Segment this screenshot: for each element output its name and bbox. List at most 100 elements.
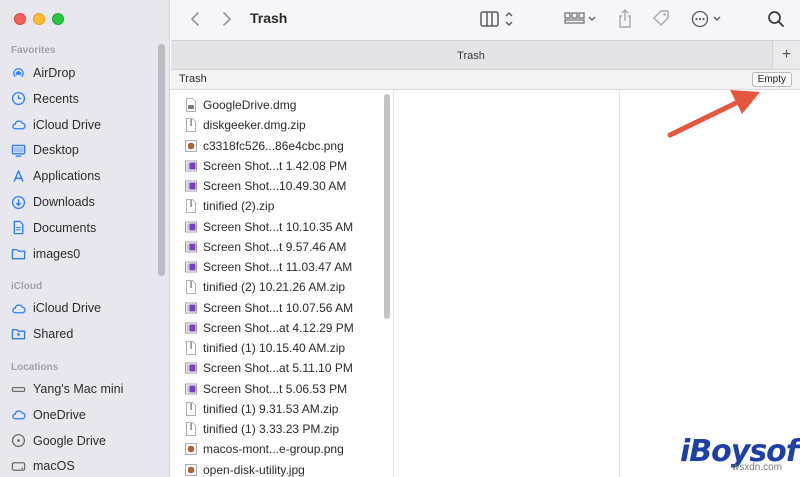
chevron-left-icon (191, 12, 199, 26)
file-row[interactable]: Screen Shot...10.49.30 AM (185, 177, 346, 195)
path-label: Trash (179, 73, 207, 85)
airdrop-icon (11, 66, 26, 81)
folder-icon (11, 246, 26, 261)
file-row[interactable]: c3318fc526...86e4cbc.png (185, 137, 344, 155)
sidebar-item-label: Applications (33, 169, 101, 184)
forward-button[interactable] (221, 9, 233, 29)
zip-file-icon (185, 401, 197, 416)
screenshot-file-icon (185, 179, 197, 193)
sidebar-item-desktop[interactable]: Desktop (11, 140, 79, 160)
file-row[interactable]: open-disk-utility.jpg (185, 461, 305, 477)
group-button[interactable] (563, 9, 599, 29)
minimize-window-button[interactable] (33, 13, 45, 25)
share-button[interactable] (617, 9, 633, 29)
window-title: Trash (250, 10, 288, 26)
file-row[interactable]: Screen Shot...t 1.42.08 PM (185, 157, 347, 175)
more-actions-button[interactable] (691, 9, 725, 29)
applications-icon (11, 169, 26, 184)
close-window-button[interactable] (14, 13, 26, 25)
share-icon (619, 9, 631, 28)
sidebar-item-applications[interactable]: Applications (11, 166, 100, 186)
zip-file-icon (185, 118, 197, 133)
dmg-file-icon (185, 98, 197, 112)
image-file-icon (185, 463, 197, 477)
file-row[interactable]: Screen Shot...t 9.57.46 AM (185, 238, 346, 256)
image-file-icon (185, 442, 197, 456)
file-row[interactable]: Screen Shot...t 5.06.53 PM (185, 380, 347, 398)
screenshot-file-icon (185, 301, 197, 315)
drive-icon (11, 433, 26, 448)
sidebar-item-label: macOS (33, 459, 75, 474)
locations-header: Locations (11, 362, 59, 373)
file-row[interactable]: GoogleDrive.dmg (185, 96, 296, 114)
search-button[interactable] (767, 9, 785, 29)
sidebar-item-documents[interactable]: Documents (11, 218, 96, 238)
tag-button[interactable] (651, 9, 671, 29)
file-row[interactable]: Screen Shot...t 10.07.56 AM (185, 299, 353, 317)
zip-file-icon (185, 199, 197, 214)
file-name: tinified (1) 10.15.40 AM.zip (203, 341, 346, 355)
file-row[interactable]: diskgeeker.dmg.zip (185, 116, 306, 134)
file-name: Screen Shot...t 9.57.46 AM (203, 239, 347, 254)
file-name: macos-mont...e-group.png (203, 442, 344, 457)
sidebar-scrollbar[interactable] (158, 44, 165, 276)
screenshot-file-icon (185, 260, 197, 274)
toolbar: Trash (171, 0, 800, 40)
desktop-icon (11, 143, 26, 158)
icloud-header: iCloud (11, 281, 43, 292)
screenshot-file-icon (185, 321, 197, 335)
sidebar-item-label: AirDrop (33, 66, 76, 80)
sidebar-item-label: OneDrive (33, 407, 86, 422)
file-name: tinified (2).zip (203, 199, 275, 214)
file-name: Screen Shot...t 10.07.56 AM (203, 300, 354, 315)
view-mode-button[interactable] (480, 9, 514, 29)
sidebar-item-icloud-drive[interactable]: iCloud Drive (11, 298, 101, 318)
sidebar-item-label: images0 (33, 246, 81, 261)
back-button[interactable] (189, 9, 201, 29)
cloud-icon (11, 301, 26, 316)
sidebar-item-label: Yang's Mac mini (33, 382, 124, 396)
file-row[interactable]: Screen Shot...at 4.12.29 PM (185, 319, 354, 337)
new-tab-button[interactable]: + (772, 41, 800, 69)
sidebar-item-label: iCloud Drive (33, 117, 102, 132)
file-row[interactable]: tinified (1) 10.15.40 AM.zip (185, 339, 345, 357)
file-name: Screen Shot...at 4.12.29 PM (203, 320, 354, 335)
file-name: c3318fc526...86e4cbc.png (203, 138, 344, 153)
sidebar-item-icloud-drive[interactable]: iCloud Drive (11, 115, 101, 135)
file-name: GoogleDrive.dmg (203, 98, 297, 112)
cloud-icon (11, 407, 26, 422)
sidebar-item-airdrop[interactable]: AirDrop (11, 63, 75, 83)
sidebar-item-yang-s-mac-mini[interactable]: Yang's Mac mini (11, 379, 123, 399)
tab-bar: Trash + (171, 40, 800, 70)
file-name: Screen Shot...10.49.30 AM (203, 179, 347, 193)
sidebar-item-downloads[interactable]: Downloads (11, 192, 95, 212)
image-file-icon (185, 139, 197, 153)
file-row[interactable]: macos-mont...e-group.png (185, 440, 344, 458)
sidebar-item-onedrive[interactable]: OneDrive (11, 405, 86, 425)
file-row[interactable]: tinified (1) 3.33.23 PM.zip (185, 420, 339, 438)
zoom-window-button[interactable] (52, 13, 64, 25)
column-scrollbar[interactable] (384, 94, 390, 319)
file-row[interactable]: tinified (2).zip (185, 197, 274, 215)
screenshot-file-icon (185, 240, 197, 254)
file-name: Screen Shot...t 1.42.08 PM (203, 158, 348, 173)
chevron-right-icon (223, 12, 231, 26)
tab-trash[interactable]: Trash (171, 50, 771, 62)
sidebar-item-images0[interactable]: images0 (11, 244, 80, 264)
sidebar-item-shared[interactable]: Shared (11, 324, 73, 344)
window-controls (14, 13, 64, 25)
sidebar-item-label: Downloads (33, 195, 95, 209)
file-row[interactable]: tinified (2) 10.21.26 AM.zip (185, 278, 345, 296)
file-name: tinified (2) 10.21.26 AM.zip (203, 280, 346, 295)
file-name: diskgeeker.dmg.zip (203, 118, 306, 133)
computer-icon (11, 382, 26, 397)
file-row[interactable]: tinified (1) 9.31.53 AM.zip (185, 400, 338, 418)
sidebar-item-macos[interactable]: macOS (11, 456, 75, 476)
sidebar-item-google-drive[interactable]: Google Drive (11, 431, 106, 451)
disk-icon (11, 459, 26, 474)
file-row[interactable]: Screen Shot...at 5.11.10 PM (185, 359, 353, 377)
zip-file-icon (185, 280, 197, 295)
file-row[interactable]: Screen Shot...t 10.10.35 AM (185, 218, 353, 236)
file-row[interactable]: Screen Shot...t 11.03.47 AM (185, 258, 352, 276)
sidebar-item-recents[interactable]: Recents (11, 89, 79, 109)
